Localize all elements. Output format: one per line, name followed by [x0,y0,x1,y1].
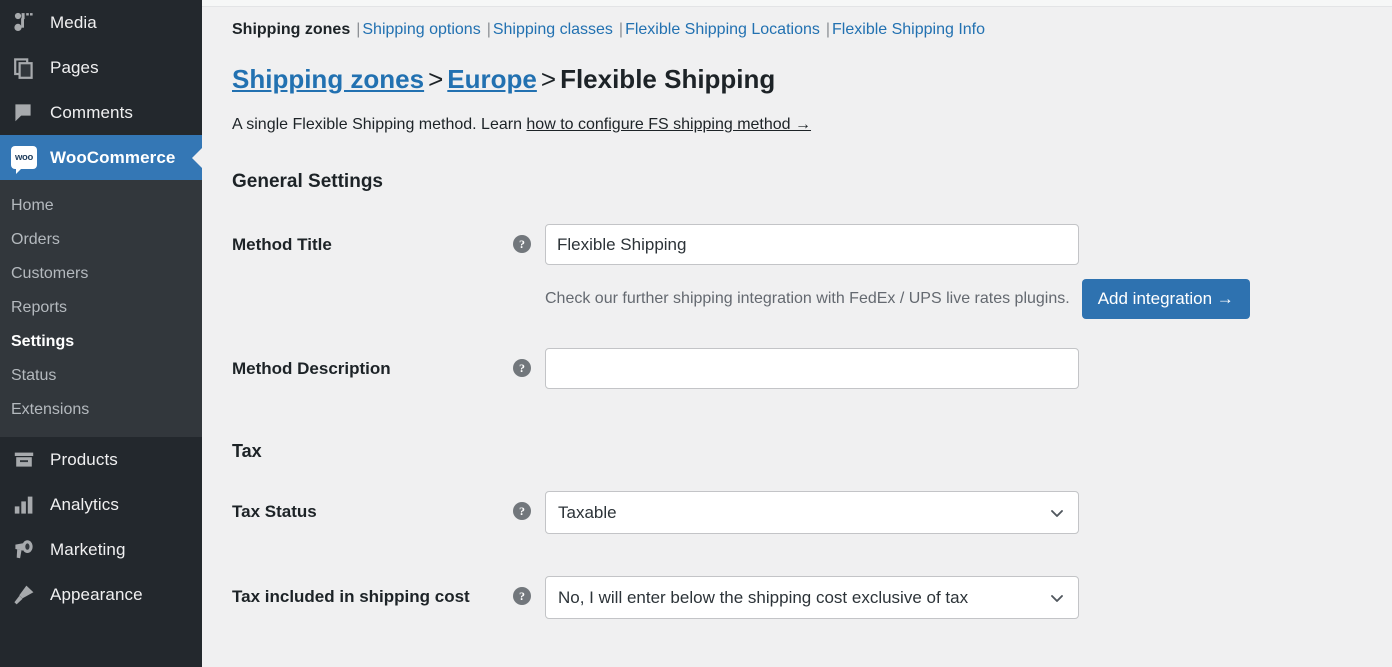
main-content-area: Shipping zones | Shipping options | Shipping… [202,0,1392,667]
appearance-icon [11,582,37,608]
sidebar-item-label: Marketing [50,540,126,559]
admin-sidebar: Media Pages Comments woo WooCommerce Hom… [0,0,202,667]
help-icon[interactable]: ? [513,235,531,254]
sidebar-item-label: WooCommerce [50,148,176,167]
method-title-input[interactable] [545,224,1079,266]
tax-status-select[interactable]: Taxable [545,491,1079,535]
sidebar-item-label: Pages [50,58,99,77]
subtab-separator: | [486,21,491,38]
sidebar-item-woocommerce[interactable]: woo WooCommerce [0,135,202,180]
sidebar-item-marketing[interactable]: Marketing [0,527,202,572]
method-title-field-wrap: Check our further shipping integration w… [545,224,1250,320]
page-description: A single Flexible Shipping method. Learn… [232,115,1392,136]
form-row-method-title: Method Title ? Check our further shippin… [232,224,1392,320]
breadcrumb-current-page: Flexible Shipping [560,64,776,94]
configure-fs-shipping-method-link[interactable]: how to configure FS shipping method → [526,116,811,133]
help-icon[interactable]: ? [513,359,531,378]
subtab-separator: | [825,21,831,38]
woocommerce-submenu: Home Orders Customers Reports Settings S… [0,180,202,437]
tax-included-selected-value: No, I will enter below the shipping cost… [558,588,969,608]
tax-included-select[interactable]: No, I will enter below the shipping cost… [545,576,1079,620]
submenu-item-orders[interactable]: Orders [0,223,202,257]
method-description-label: Method Description [232,359,391,379]
woo-logo-text: woo [14,151,34,163]
pages-icon [11,55,37,81]
subtab-flexible-shipping-info[interactable]: Flexible Shipping Info [832,21,985,38]
breadcrumb-link-shipping-zones[interactable]: Shipping zones [232,64,424,94]
sidebar-top-group: Media Pages Comments [0,0,202,135]
tax-status-selected-value: Taxable [558,503,617,523]
chevron-down-icon [1049,590,1065,606]
sidebar-item-label: Comments [50,103,133,122]
chevron-down-icon [1049,505,1065,521]
submenu-item-settings[interactable]: Settings [0,325,202,359]
settings-content: Shipping zones | Shipping options | Shipping… [202,7,1392,620]
woocommerce-admin-screen: Media Pages Comments woo WooCommerce Hom… [0,0,1392,667]
form-row-tax-included: Tax included in shipping cost ? No, I wi… [232,576,1392,620]
form-row-tax-status: Tax Status ? Taxable [232,491,1392,535]
sidebar-item-label: Analytics [50,495,119,514]
breadcrumb: Shipping zones > Europe > Flexible Shipping [232,65,1392,94]
submenu-item-status[interactable]: Status [0,359,202,393]
integration-helper-text: Check our further shipping integration w… [545,290,1070,308]
page-description-text: A single Flexible Shipping method. Learn [232,115,527,133]
woocommerce-logo-icon: woo [11,145,37,174]
active-pointer-arrow-icon [192,146,202,169]
sidebar-item-media[interactable]: Media [0,0,202,45]
sidebar-item-label: Appearance [50,585,143,604]
shipping-subtabs: Shipping zones | Shipping options | Shipping… [232,7,1392,38]
tax-included-field-wrap: No, I will enter below the shipping cost… [545,576,1079,620]
subtab-shipping-classes[interactable]: Shipping classes [493,21,613,38]
add-integration-button[interactable]: Add integration → [1081,279,1250,320]
breadcrumb-separator: > [540,64,557,94]
tax-status-label: Tax Status [232,502,317,522]
integration-helper-row: Check our further shipping integration w… [545,279,1250,320]
method-description-field-wrap [545,348,1079,390]
sidebar-item-appearance[interactable]: Appearance [0,572,202,617]
help-icon[interactable]: ? [513,587,531,606]
tax-status-field-wrap: Taxable [545,491,1079,535]
marketing-icon [11,537,37,563]
top-strip [202,0,1392,7]
submenu-item-reports[interactable]: Reports [0,291,202,325]
section-heading-tax: Tax [232,441,262,462]
section-heading-general-settings: General Settings [232,171,383,193]
products-icon [11,447,37,473]
help-icon[interactable]: ? [513,502,531,521]
breadcrumb-link-europe[interactable]: Europe [447,64,537,94]
comments-icon [11,100,37,126]
subtab-separator: | [356,21,361,38]
media-icon [11,10,37,36]
submenu-item-customers[interactable]: Customers [0,257,202,291]
method-description-input[interactable] [545,348,1079,390]
submenu-item-home[interactable]: Home [0,189,202,223]
form-row-method-description: Method Description ? [232,348,1392,390]
sidebar-item-label: Products [50,450,118,469]
sidebar-item-pages[interactable]: Pages [0,45,202,90]
subtab-shipping-options[interactable]: Shipping options [362,21,480,38]
tax-included-label: Tax included in shipping cost [232,587,470,607]
sidebar-item-comments[interactable]: Comments [0,90,202,135]
method-title-label: Method Title [232,235,332,255]
submenu-item-extensions[interactable]: Extensions [0,393,202,427]
sidebar-item-label: Media [50,13,97,32]
subtab-shipping-zones[interactable]: Shipping zones [232,21,350,38]
subtab-flexible-shipping-locations[interactable]: Flexible Shipping Locations [625,21,820,38]
subtab-separator: | [618,21,624,38]
sidebar-bottom-group: Products Analytics Marketing Appearance [0,437,202,617]
breadcrumb-separator: > [428,64,444,94]
sidebar-item-products[interactable]: Products [0,437,202,482]
sidebar-item-analytics[interactable]: Analytics [0,482,202,527]
analytics-icon [11,492,37,518]
